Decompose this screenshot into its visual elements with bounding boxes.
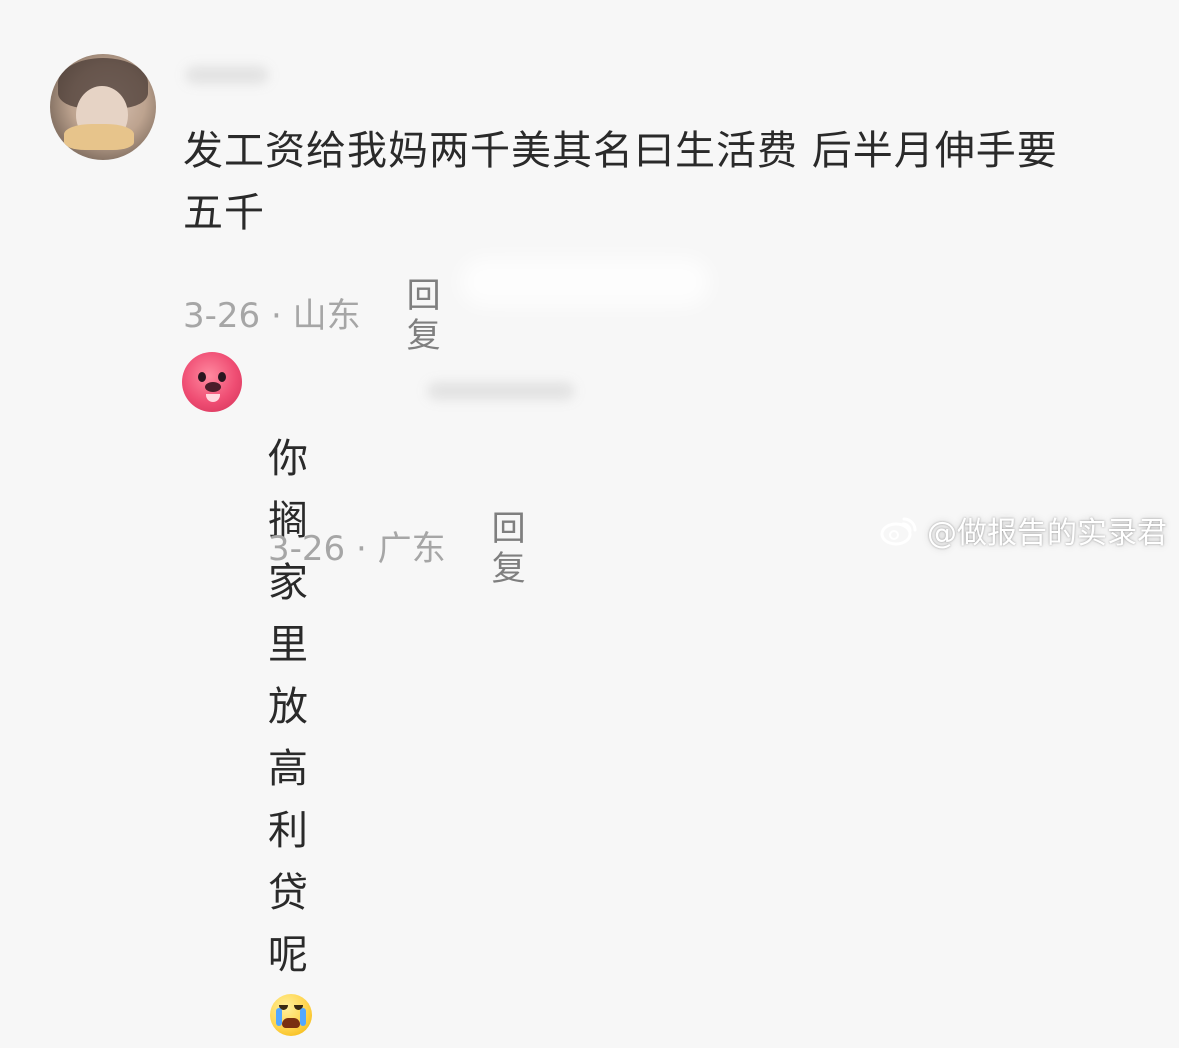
crying-face-icon [270,994,312,1036]
avatar-mouth-icon [206,394,220,402]
watermark: @做报告的实录君 [877,508,1167,552]
avatar[interactable] [182,352,242,412]
reply-blur-overlay [460,258,710,306]
watermark-text: @做报告的实录君 [927,516,1167,551]
emoji-mouth-icon [282,1018,300,1028]
date-region: 3-26 · 广东 [268,529,446,569]
avatar-eye-icon [218,372,226,382]
avatar-nose-icon [205,382,221,392]
comment-text-line-2: 五千 [183,190,265,236]
username-blur [428,383,574,399]
comment-text-line-1: 发工资给我妈两千美其名曰生活费 后半月伸手要 [183,128,1058,174]
avatar-bread [64,124,134,150]
reply-meta: 3-26 · 广东 回复 [268,509,526,589]
reply-button[interactable]: 回复 [407,276,441,356]
weibo-icon [877,509,919,551]
comment-meta: 3-26 · 山东 回复 [183,276,441,356]
username-blur [186,67,268,83]
comment-text: 发工资给我妈两千美其名曰生活费 后半月伸手要 五千 [183,120,1163,244]
avatar[interactable] [50,54,156,160]
avatar-eye-icon [198,372,206,382]
reply-button[interactable]: 回复 [492,509,526,589]
tear-icon [300,1008,306,1026]
date-region: 3-26 · 山东 [183,296,361,336]
